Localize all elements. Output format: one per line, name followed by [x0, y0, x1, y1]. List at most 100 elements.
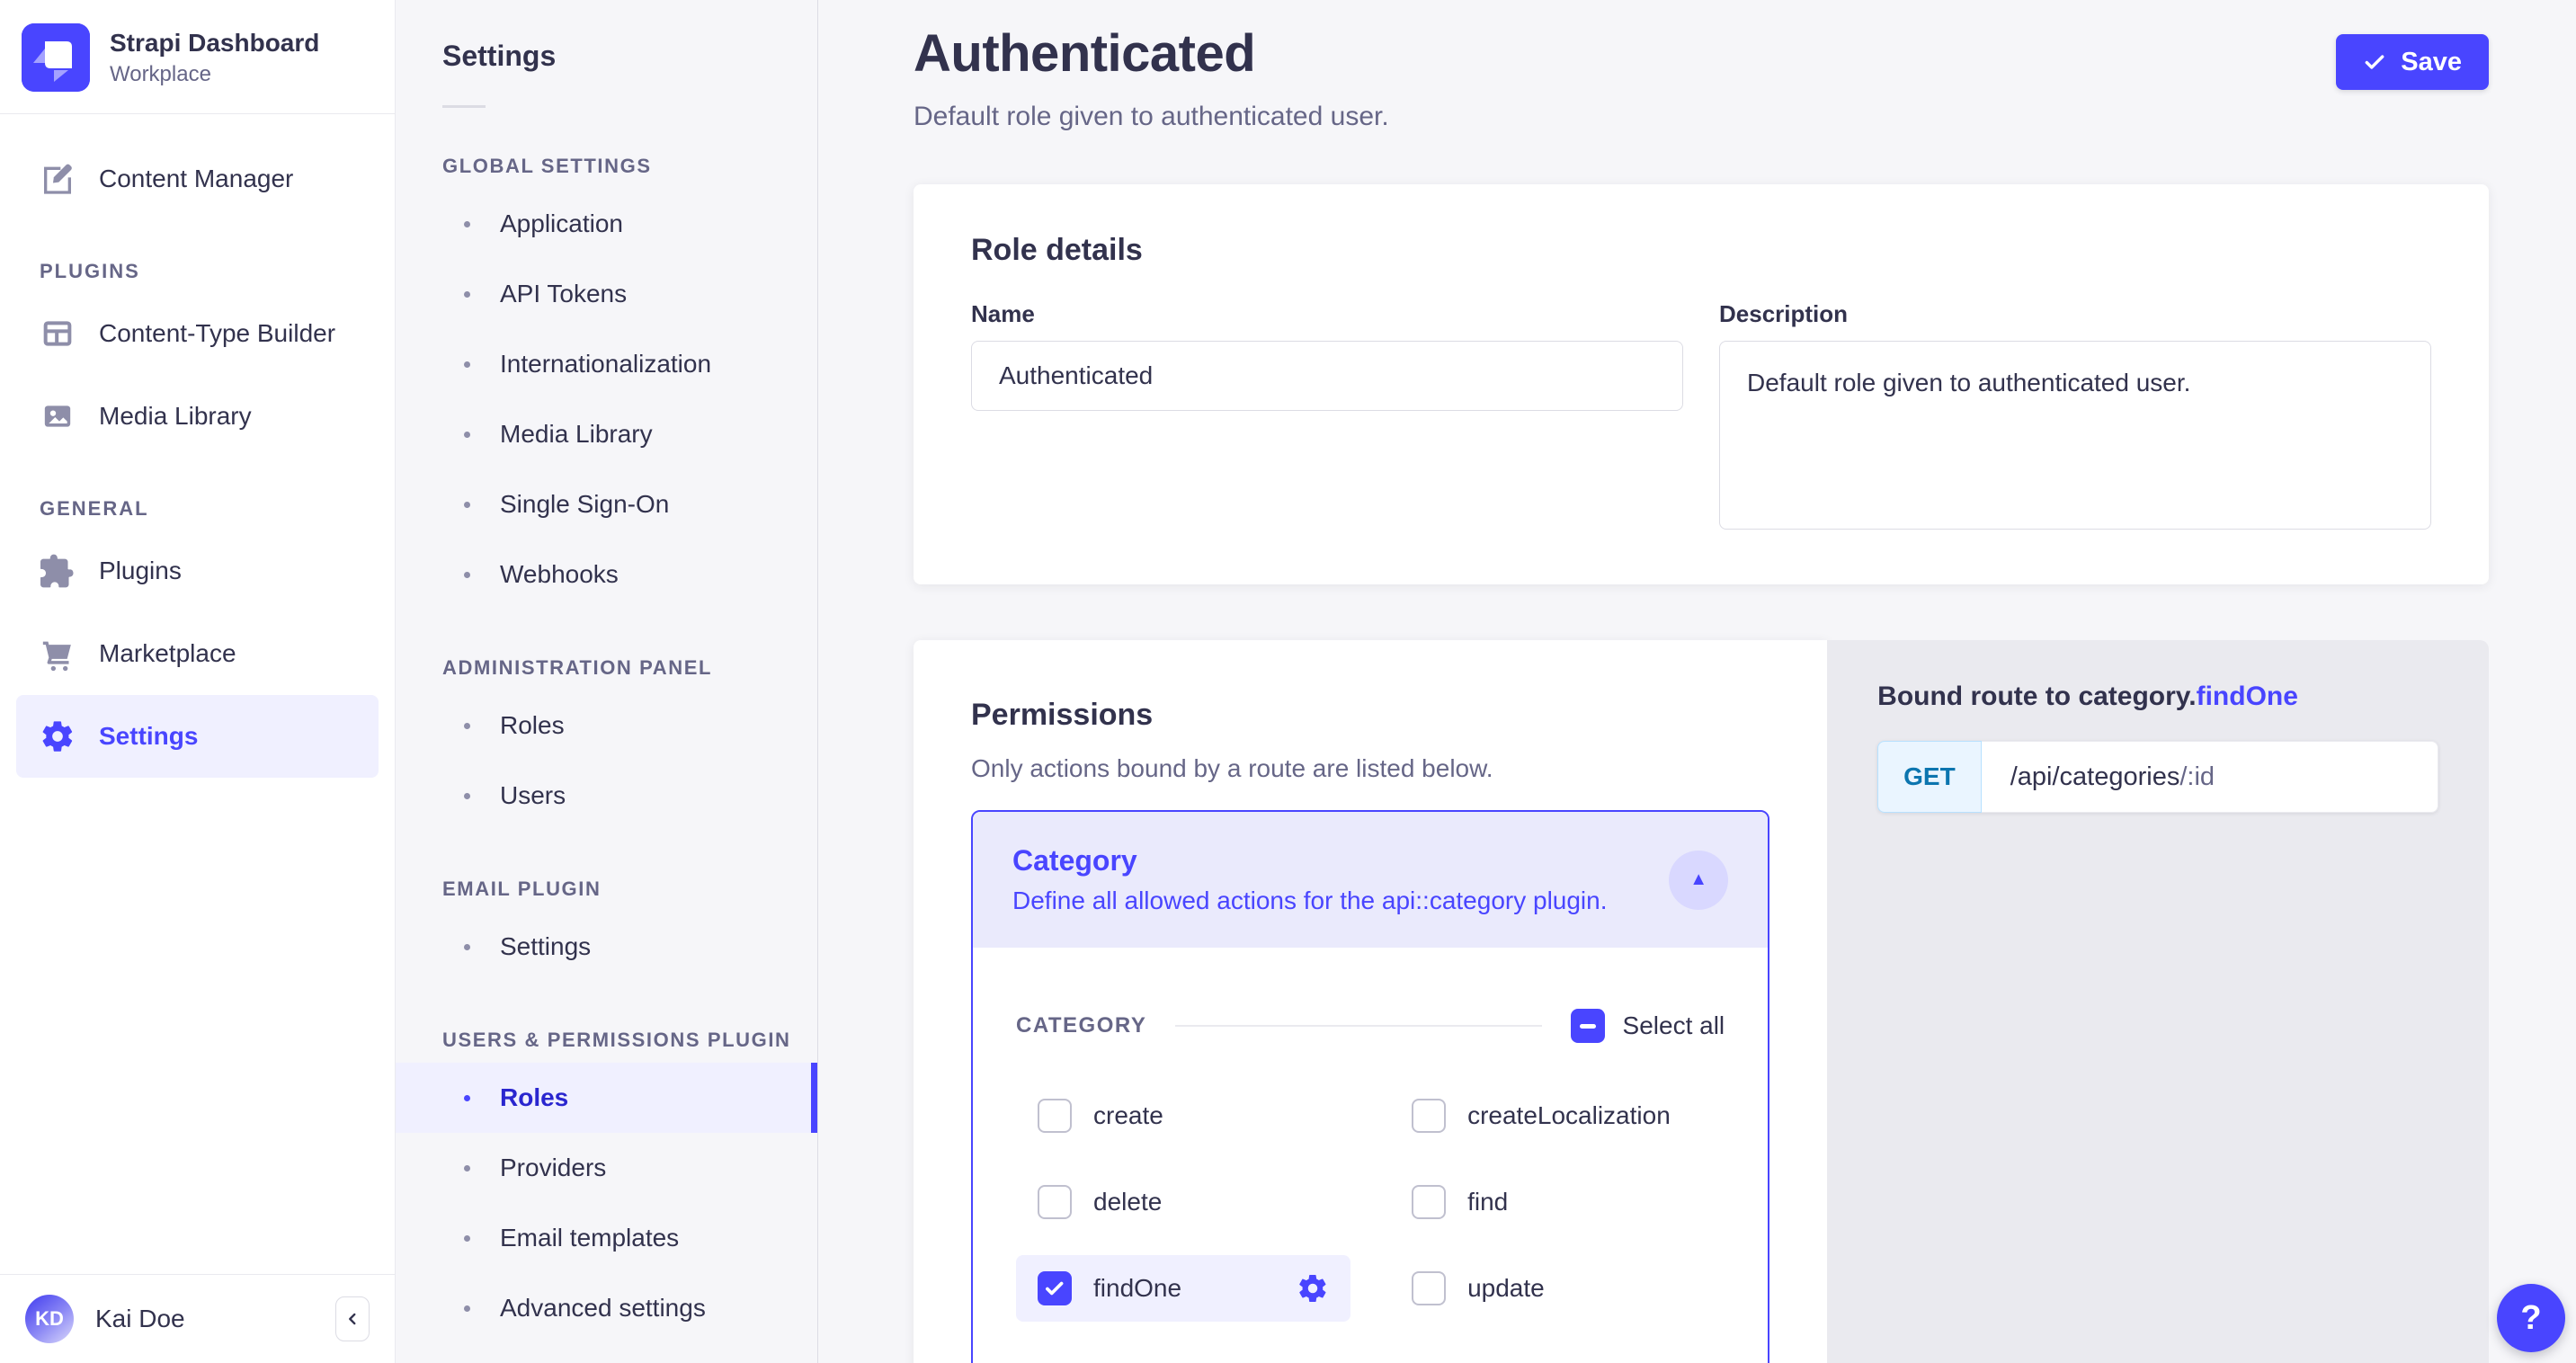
description-textarea[interactable]: Default role given to authenticated user… — [1719, 341, 2431, 530]
sidebar-nav: Content Manager PLUGINS Content-Type Bui… — [0, 114, 395, 1274]
permission-findOne[interactable]: findOne — [1016, 1255, 1350, 1322]
settings-gear-icon — [40, 718, 76, 754]
user-name: Kai Doe — [95, 1305, 335, 1333]
category-group-label: CATEGORY — [1016, 1013, 1146, 1038]
accordion-collapse-button[interactable]: ▲ — [1669, 851, 1728, 910]
role-details-grid: Name Description Default role given to a… — [971, 300, 2431, 534]
permission-label: update — [1467, 1274, 1545, 1303]
name-field-group: Name — [971, 300, 1683, 534]
subnav-item-internationalization[interactable]: Internationalization — [396, 329, 817, 399]
subnav-item-email-settings[interactable]: Settings — [396, 912, 817, 982]
route-path-param: /:id — [2179, 762, 2215, 792]
update-checkbox[interactable] — [1412, 1271, 1446, 1305]
delete-checkbox[interactable] — [1038, 1185, 1072, 1219]
category-accordion-description: Define all allowed actions for the api::… — [1012, 886, 1669, 915]
role-details-card: Role details Name Description Default ro… — [914, 184, 2489, 584]
findOne-settings-gear-icon[interactable] — [1297, 1272, 1329, 1305]
brand-text: Strapi Dashboard Workplace — [110, 29, 319, 87]
subnav-item-admin-roles[interactable]: Roles — [396, 690, 817, 761]
bound-route-action: findOne — [2197, 682, 2298, 711]
question-mark-icon: ? — [2520, 1299, 2541, 1338]
main-content: Authenticated Default role given to auth… — [818, 0, 2576, 1363]
subnav-item-single-sign-on[interactable]: Single Sign-On — [396, 469, 817, 539]
subnav-item-admin-users[interactable]: Users — [396, 761, 817, 831]
permissions-subtitle: Only actions bound by a route are listed… — [971, 754, 1769, 783]
permission-create[interactable]: create — [1016, 1082, 1350, 1149]
subnav-item-providers[interactable]: Providers — [396, 1133, 817, 1203]
brand-title: Strapi Dashboard — [110, 29, 319, 58]
media-library-icon — [40, 398, 76, 434]
page-title: Authenticated — [914, 23, 1389, 84]
select-all-label: Select all — [1623, 1011, 1725, 1040]
subnav-section-global-settings: GLOBAL SETTINGS — [442, 155, 817, 178]
sidebar-item-settings[interactable]: Settings — [16, 695, 379, 778]
content-type-builder-icon — [40, 316, 76, 352]
category-group-row: CATEGORY Select all — [1016, 1009, 1725, 1043]
page-header-text: Authenticated Default role given to auth… — [914, 23, 1389, 132]
permission-find[interactable]: find — [1390, 1169, 1725, 1235]
main-sidebar: Strapi Dashboard Workplace Content Manag… — [0, 0, 396, 1363]
user-avatar[interactable]: KD — [25, 1295, 74, 1343]
sidebar-section-plugins: PLUGINS — [40, 260, 395, 283]
permissions-grid: create createLocalization delete fi — [1016, 1082, 1725, 1322]
subnav-item-application[interactable]: Application — [396, 189, 817, 259]
collapse-sidebar-button[interactable] — [335, 1296, 370, 1341]
category-accordion-body: CATEGORY Select all create — [973, 948, 1768, 1363]
bound-route-prefix: Bound route to category. — [1877, 682, 2196, 711]
find-checkbox[interactable] — [1412, 1185, 1446, 1219]
permission-label: find — [1467, 1188, 1508, 1216]
subnav-item-advanced-settings[interactable]: Advanced settings — [396, 1273, 817, 1343]
subnav-title: Settings — [396, 0, 817, 73]
subnav-section-users-permissions-plugin: USERS & PERMISSIONS PLUGIN — [442, 1029, 817, 1052]
subnav-item-api-tokens[interactable]: API Tokens — [396, 259, 817, 329]
brand-subtitle: Workplace — [110, 62, 319, 87]
category-accordion-header[interactable]: Category Define all allowed actions for … — [973, 812, 1768, 948]
permission-createLocalization[interactable]: createLocalization — [1390, 1082, 1725, 1149]
chevron-left-icon — [343, 1309, 362, 1329]
group-divider-line — [1175, 1025, 1541, 1027]
check-icon — [2363, 50, 2386, 74]
help-button[interactable]: ? — [2497, 1284, 2565, 1352]
permission-label: findOne — [1093, 1274, 1181, 1303]
page-header: Authenticated Default role given to auth… — [914, 0, 2489, 132]
category-accordion-titles: Category Define all allowed actions for … — [1012, 844, 1669, 915]
sidebar-item-content-manager[interactable]: Content Manager — [16, 138, 379, 220]
sidebar-section-general: GENERAL — [40, 497, 395, 521]
sidebar-item-media-library[interactable]: Media Library — [16, 375, 379, 458]
sidebar-item-label: Content Manager — [99, 165, 293, 193]
sidebar-item-plugins[interactable]: Plugins — [16, 530, 379, 612]
save-button[interactable]: Save — [2336, 34, 2489, 90]
permission-delete[interactable]: delete — [1016, 1169, 1350, 1235]
permissions-section: Permissions Only actions bound by a rout… — [914, 640, 2489, 1363]
save-button-label: Save — [2401, 48, 2462, 77]
marketplace-cart-icon — [40, 636, 76, 672]
role-details-title: Role details — [971, 233, 2431, 268]
sidebar-item-label: Media Library — [99, 402, 252, 431]
strapi-logo-icon — [22, 23, 90, 92]
subnav-item-webhooks[interactable]: Webhooks — [396, 539, 817, 610]
sidebar-item-content-type-builder[interactable]: Content-Type Builder — [16, 292, 379, 375]
subnav-item-media-library[interactable]: Media Library — [396, 399, 817, 469]
permission-update[interactable]: update — [1390, 1255, 1725, 1322]
category-accordion: Category Define all allowed actions for … — [971, 810, 1769, 1363]
createLocalization-checkbox[interactable] — [1412, 1099, 1446, 1133]
name-input[interactable] — [971, 341, 1683, 411]
chevron-up-icon: ▲ — [1689, 869, 1707, 890]
sidebar-item-label: Marketplace — [99, 639, 236, 668]
select-all-checkbox[interactable] — [1571, 1009, 1605, 1043]
description-label: Description — [1719, 300, 2431, 328]
route-path: /api/categories/:id — [1982, 741, 2438, 813]
permissions-title: Permissions — [971, 698, 1769, 733]
sidebar-item-label: Content-Type Builder — [99, 319, 335, 348]
sidebar-item-marketplace[interactable]: Marketplace — [16, 612, 379, 695]
subnav-item-email-templates[interactable]: Email templates — [396, 1203, 817, 1273]
bound-route-heading: Bound route to category.findOne — [1877, 682, 2438, 712]
bound-route-panel: Bound route to category.findOne GET /api… — [1827, 640, 2489, 1363]
sidebar-item-label: Settings — [99, 722, 198, 751]
findOne-checkbox[interactable] — [1038, 1271, 1072, 1305]
permissions-card: Permissions Only actions bound by a rout… — [914, 640, 1827, 1363]
subnav-rule — [442, 105, 486, 108]
subnav-item-up-roles[interactable]: Roles — [396, 1063, 817, 1133]
create-checkbox[interactable] — [1038, 1099, 1072, 1133]
edit-icon — [40, 161, 76, 197]
